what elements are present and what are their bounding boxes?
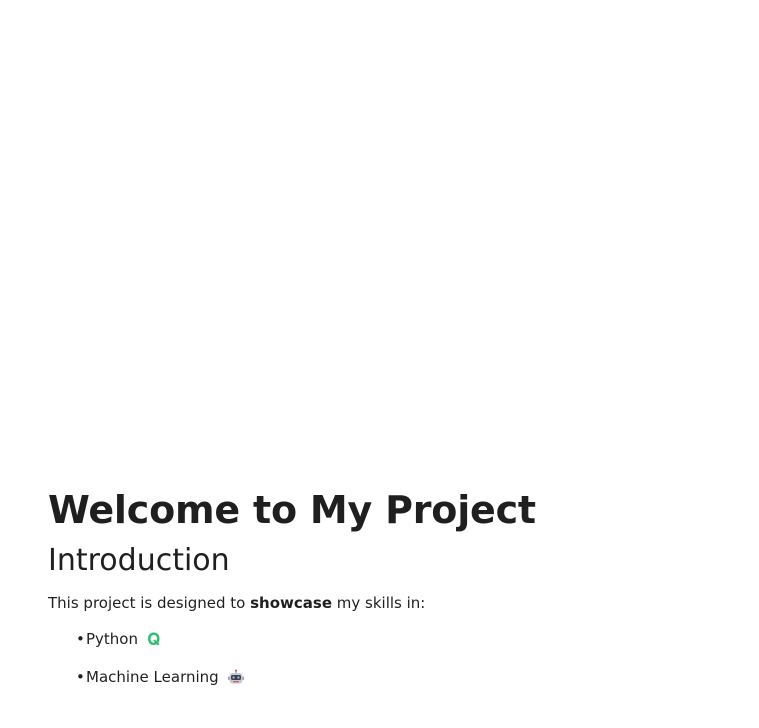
python-icon-graphic	[148, 632, 160, 646]
list-item: • Machine Learning	[76, 666, 728, 688]
bullet: •	[76, 668, 85, 686]
page-title: Welcome to My Project	[48, 488, 536, 532]
section-heading: Introduction	[48, 543, 230, 578]
skill-label: Machine Learning	[86, 668, 219, 686]
bullet: •	[76, 630, 85, 648]
robot-icon-graphic	[227, 669, 244, 684]
document-content: Welcome to My Project Introduction This …	[48, 484, 728, 704]
intro-text-after: my skills in:	[332, 594, 426, 612]
skill-label: Python	[86, 630, 138, 648]
intro-emphasis: showcase	[250, 594, 332, 612]
intro-text-before: This project is designed to	[48, 594, 251, 612]
robot-icon	[227, 669, 244, 685]
intro-paragraph: This project is designed to showcase my …	[48, 592, 728, 614]
skills-list: • Python • Machine Learning	[48, 628, 728, 688]
list-item: • Python	[76, 628, 728, 650]
python-icon	[146, 631, 162, 647]
